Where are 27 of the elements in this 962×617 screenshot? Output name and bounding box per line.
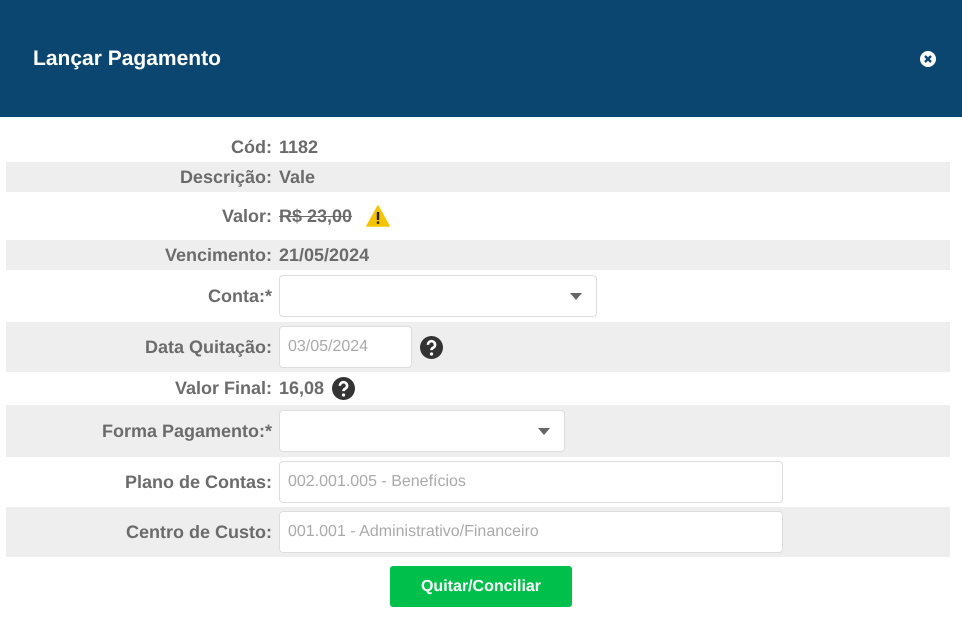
field-label: Centro de Custo:: [125, 520, 273, 544]
field-value: 1182: [279, 136, 318, 158]
field-value: R$ 23,00: [279, 204, 352, 228]
field-label: Valor:: [220, 204, 273, 228]
field-value: 16,08: [279, 377, 324, 400]
field-label: Valor Final:: [174, 377, 273, 400]
input-field[interactable]: 001.001 - Administrativo/Financeiro: [279, 511, 783, 553]
help-icon[interactable]: [332, 377, 356, 400]
field-label: Plano de Contas:: [124, 470, 273, 494]
caret-icon: [538, 428, 550, 434]
submit-button[interactable]: Quitar/Conciliar: [390, 566, 572, 607]
input-field[interactable]: 002.001.005 - Benefícios: [279, 461, 783, 503]
select-field[interactable]: [279, 275, 597, 317]
modal-title: Lançar Pagamento: [33, 46, 221, 72]
field-value: 21/05/2024: [279, 244, 370, 266]
field-label: Forma Pagamento:*: [100, 420, 273, 443]
close-icon[interactable]: [920, 50, 936, 66]
field-label: Descrição:: [178, 166, 273, 189]
field-label: Vencimento:: [164, 244, 273, 266]
field-label: Conta:*: [207, 284, 273, 308]
input-field[interactable]: 03/05/2024: [279, 326, 412, 368]
select-field[interactable]: [279, 410, 565, 452]
caret-icon: [570, 292, 582, 300]
field-label: Cód:: [230, 136, 273, 158]
help-icon[interactable]: [420, 336, 443, 358]
field-label: Data Quitação:: [144, 336, 273, 359]
field-value: Vale: [279, 166, 316, 188]
